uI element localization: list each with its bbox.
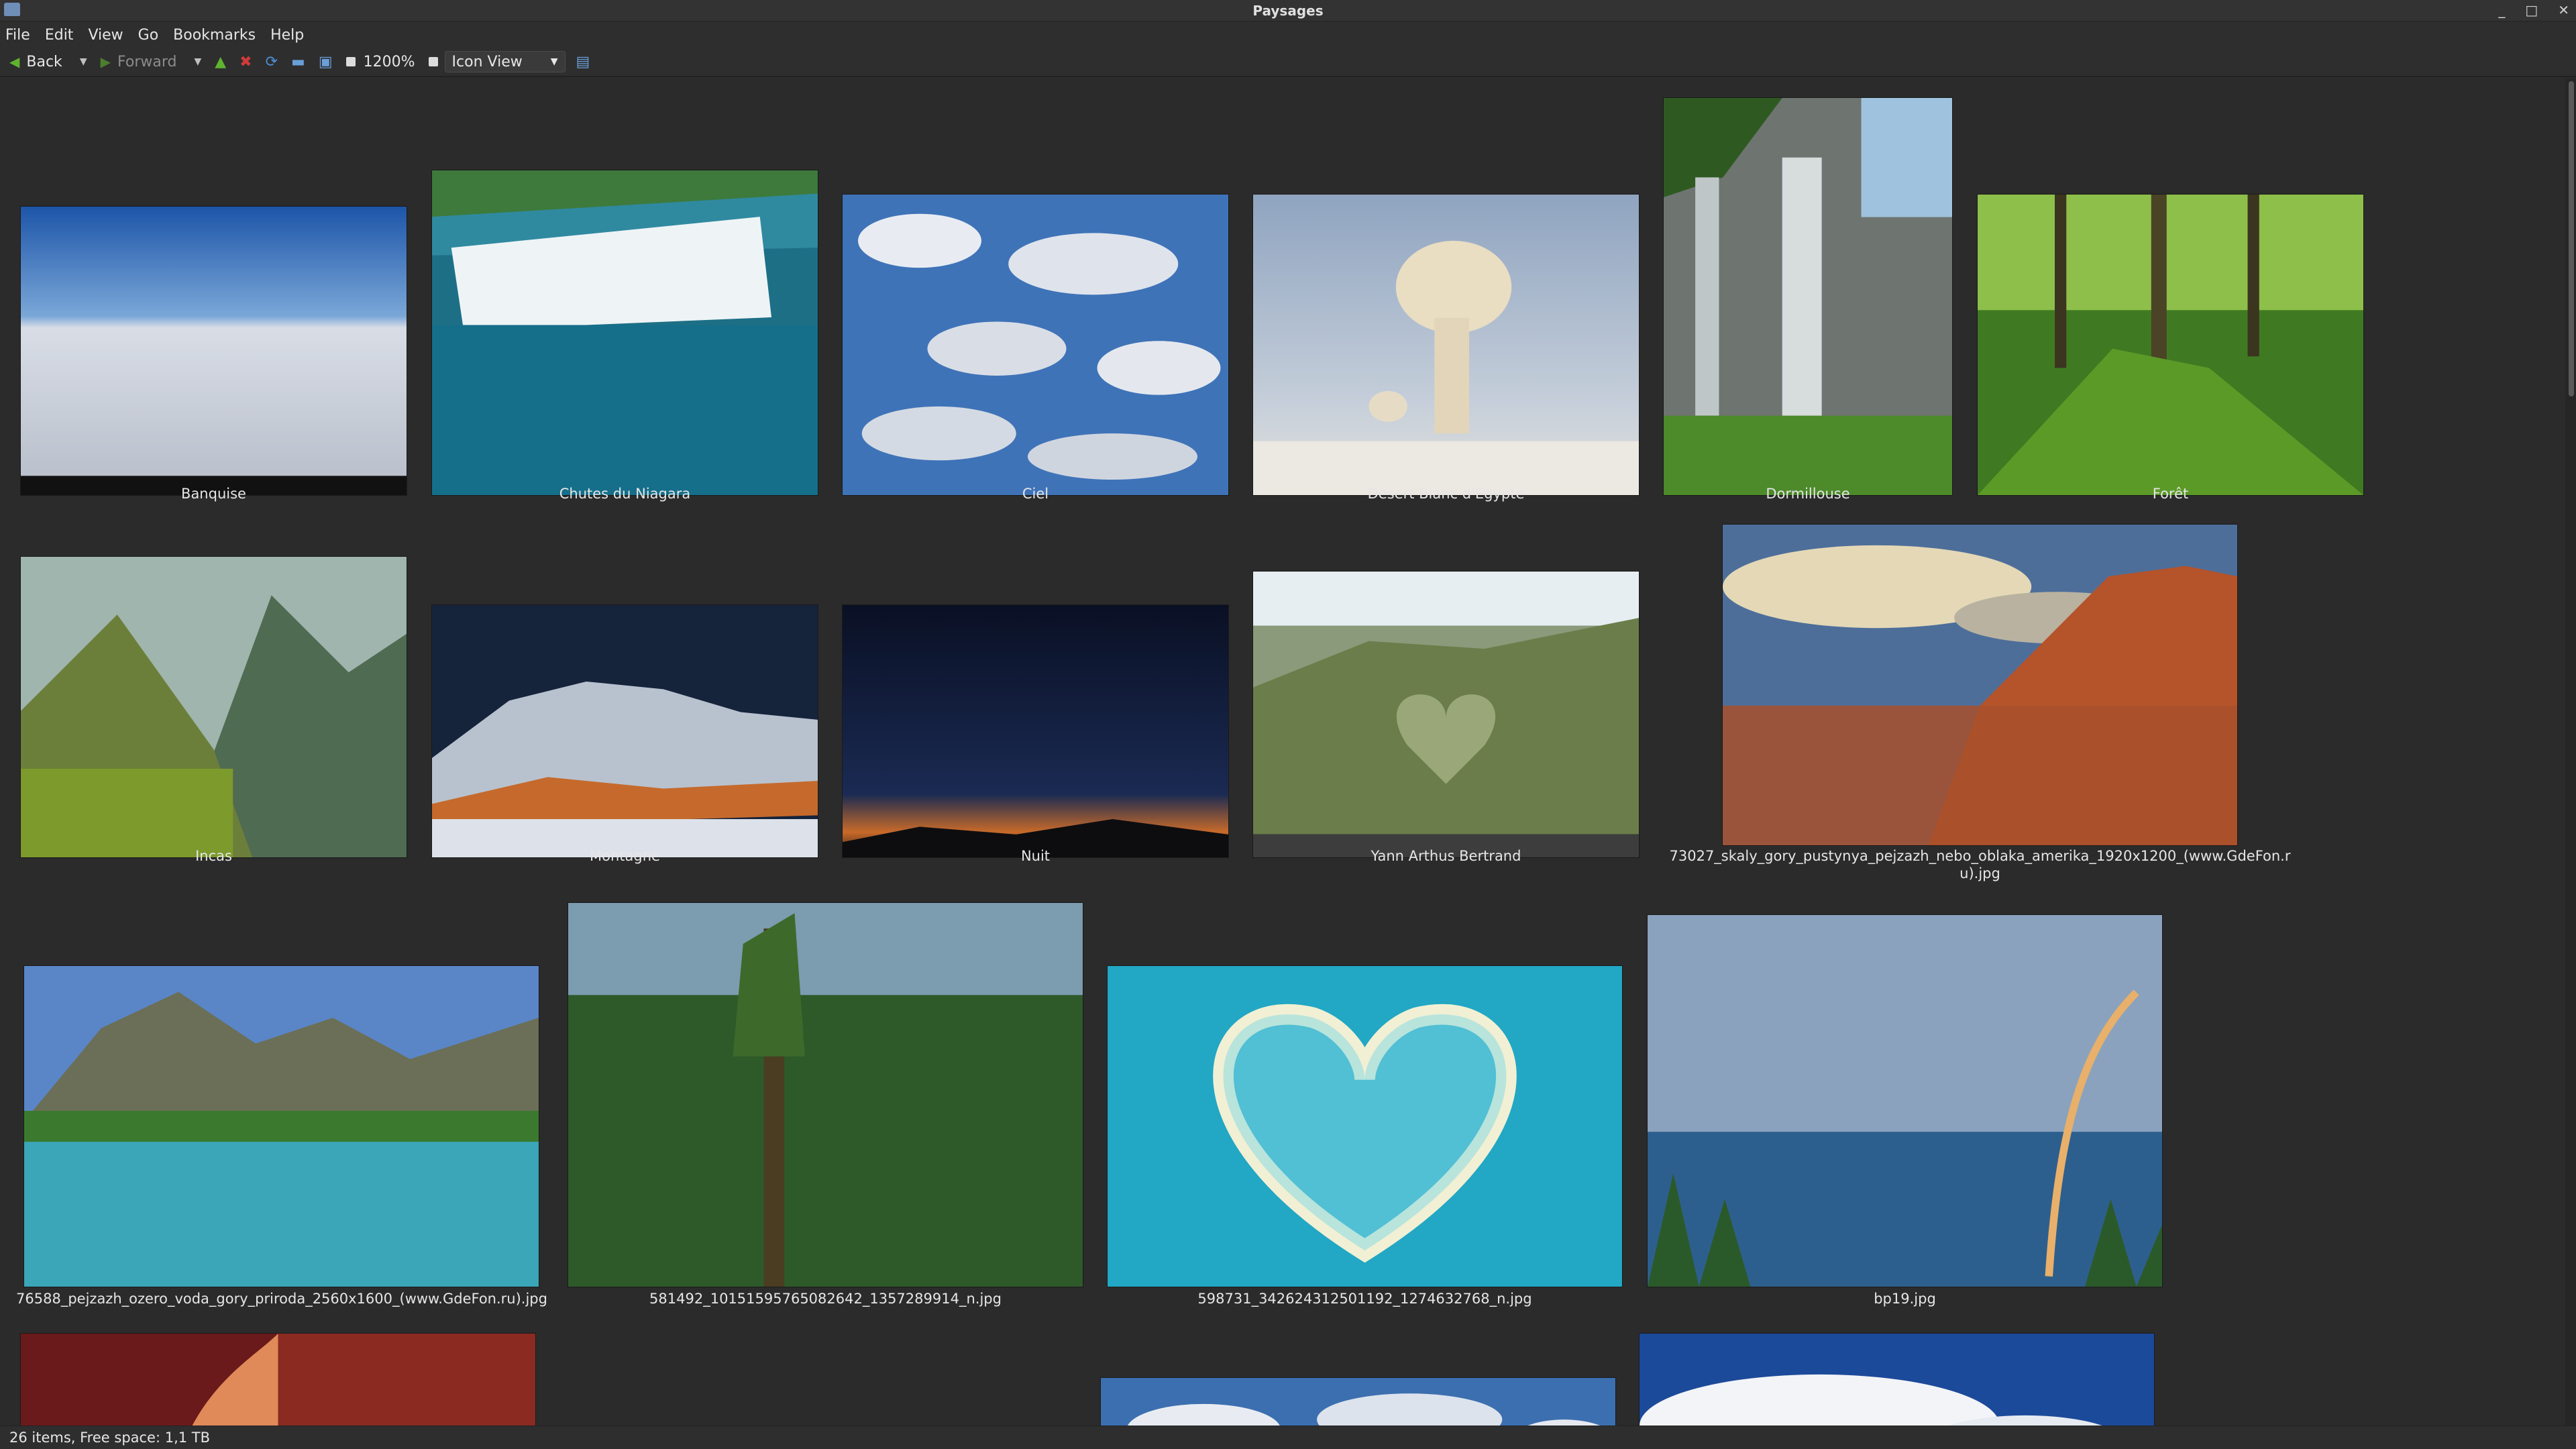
file-name: Montagne [590, 848, 660, 864]
chevron-down-icon: ▼ [550, 56, 558, 67]
thumbnail-cloud-sky [1639, 1333, 2155, 1426]
window-title: Paysages [1252, 3, 1324, 19]
vertical-scrollbar[interactable] [2565, 78, 2576, 1426]
thumbnail-yann-arthus-bertrand [1252, 571, 1640, 858]
file-name: 73027_skaly_gory_pustynya_pejzazh_nebo_o… [1669, 848, 2291, 881]
view-mode-select[interactable]: Icon View ▼ [444, 51, 566, 72]
menu-edit[interactable]: Edit [45, 27, 74, 44]
thumbnail-clouds-wide [1100, 1377, 1616, 1426]
thumbnail-antelope-canyon [20, 1333, 536, 1426]
file-name: Chutes du Niagara [559, 486, 691, 502]
thumbnail-banquise [20, 206, 407, 496]
file-name: 76588_pejzazh_ozero_voda_gory_priroda_25… [16, 1291, 547, 1307]
forward-history-dropdown-icon[interactable]: ▼ [194, 56, 201, 67]
zoom-in-icon[interactable] [428, 57, 438, 66]
forward-button[interactable]: ▶ Forward ▼ [101, 54, 202, 70]
zoom-control[interactable]: 1200% [345, 53, 415, 70]
file-name: 581492_10151595765082642_1357289914_n.jp… [649, 1291, 1002, 1307]
file-name: Nuit [1020, 848, 1051, 864]
thumbnail-ciel [842, 194, 1229, 496]
file-name: Dormillouse [1766, 486, 1850, 502]
menu-view[interactable]: View [88, 27, 123, 44]
back-button[interactable]: ◀ Back ▼ [9, 54, 87, 70]
zoom-out-icon[interactable] [345, 57, 356, 66]
thumbnail-incas [20, 556, 407, 858]
file-name: Forêt [2152, 486, 2189, 502]
file-name: bp19.jpg [1874, 1291, 1936, 1307]
computer-icon[interactable]: ▣ [319, 54, 333, 70]
view-mode-value: Icon View [451, 53, 523, 70]
minimize-button[interactable]: _ [2498, 1, 2505, 19]
back-history-dropdown-icon[interactable]: ▼ [80, 56, 87, 67]
zoom-level: 1200% [363, 53, 415, 70]
thumbnail-bp19 [1647, 914, 2163, 1287]
file-name: 598731_342624312501192_1274632768_n.jpg [1197, 1291, 1532, 1307]
thumbnail-desert-blanc [1252, 194, 1640, 496]
forward-arrow-icon: ▶ [100, 54, 111, 70]
close-button[interactable]: ✕ [2558, 1, 2569, 19]
file-name: Désert Blanc d'Égypte [1367, 486, 1525, 502]
thumbnail-76588 [23, 965, 539, 1287]
menu-file[interactable]: File [5, 27, 30, 44]
maximize-button[interactable]: □ [2525, 1, 2538, 19]
back-arrow-icon: ◀ [9, 54, 20, 70]
thumbnail-598731 [1107, 965, 1623, 1287]
up-folder-icon[interactable]: ▲ [215, 54, 226, 70]
thumbnail-dormillouse [1663, 97, 1953, 496]
stop-icon[interactable]: ✖ [239, 54, 252, 70]
thumbnail-foret [1977, 194, 2364, 496]
thumbnail-chutes-du-niagara [431, 170, 818, 496]
menu-bar: File Edit View Go Bookmarks Help [0, 22, 2576, 48]
home-folder-icon[interactable]: ▬ [291, 54, 305, 70]
menu-bookmarks[interactable]: Bookmarks [173, 27, 256, 44]
file-name: Banquise [181, 486, 246, 502]
forward-label: Forward [117, 53, 177, 70]
toolbar: ◀ Back ▼ ▶ Forward ▼ ▲ ✖ ⟳ ▬ ▣ 1200% Ico… [0, 48, 2576, 77]
file-name: Ciel [1022, 486, 1049, 502]
status-bar: 26 items, Free space: 1,1 TB [0, 1426, 2576, 1449]
thumbnail-581492 [568, 902, 1083, 1287]
file-name: Incas [195, 848, 232, 864]
thumbnail-nuit [842, 604, 1229, 858]
icon-view[interactable]: Banquise Chutes du Niagara Ciel Désert B… [0, 78, 2565, 1426]
open-terminal-icon[interactable]: ▤ [576, 54, 590, 70]
menu-go[interactable]: Go [138, 27, 159, 44]
file-name: Yann Arthus Bertrand [1371, 848, 1521, 864]
title-bar: Paysages _ □ ✕ [0, 0, 2576, 21]
scrollbar-thumb[interactable] [2569, 81, 2574, 396]
back-label: Back [26, 53, 62, 70]
thumbnail-montagne [431, 604, 818, 858]
thumbnail-73027 [1722, 524, 2238, 846]
menu-help[interactable]: Help [270, 27, 304, 44]
reload-icon[interactable]: ⟳ [266, 54, 278, 70]
